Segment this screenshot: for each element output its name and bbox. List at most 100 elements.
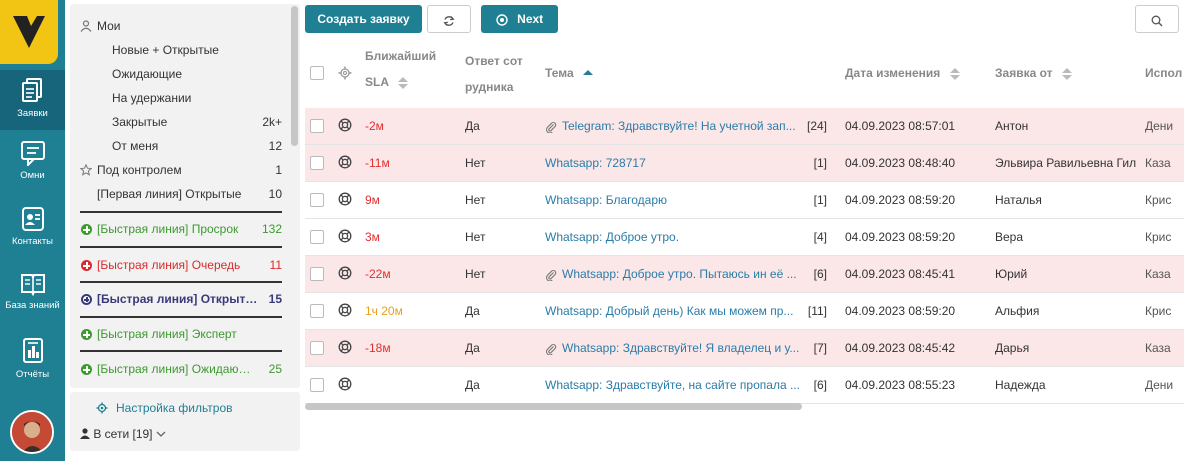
left-rail: Заявки Омни Контакты База знаний Отчёты xyxy=(0,0,65,461)
filter-fast-overdue[interactable]: [Быстрая линия] Просрок 132 xyxy=(70,217,282,241)
topic-link[interactable]: Whatsapp: Доброе утро. Пытаюсь ин её ... xyxy=(545,256,803,292)
online-status[interactable]: В сети [19] xyxy=(80,427,166,441)
row-checkbox[interactable] xyxy=(310,156,324,170)
table-row[interactable]: 9м Нет Whatsapp: Благодарю [1] 04.09.202… xyxy=(305,182,1184,219)
filter-fast-expert[interactable]: [Быстрая линия] Эксперт xyxy=(70,322,282,346)
filter-scrollbar[interactable] xyxy=(291,6,298,146)
modified-cell: 04.09.2023 08:59:20 xyxy=(845,304,956,318)
rail-item-knowledge[interactable]: База знаний xyxy=(0,272,65,324)
filter-count: 12 xyxy=(268,139,282,153)
requester-cell: Надежда xyxy=(995,378,1046,392)
row-checkbox[interactable] xyxy=(310,267,324,281)
row-checkbox[interactable] xyxy=(310,304,324,318)
filter-closed[interactable]: Закрытые 2k+ xyxy=(70,110,282,134)
filter-from-me[interactable]: От меня 12 xyxy=(70,134,282,158)
modified-cell: 04.09.2023 08:59:20 xyxy=(845,230,956,244)
search-button[interactable] xyxy=(1135,5,1179,33)
rail-item-label: Контакты xyxy=(11,236,54,247)
row-checkbox[interactable] xyxy=(310,341,324,355)
avatar[interactable] xyxy=(10,410,54,454)
topic-text: Whatsapp: Благодарю xyxy=(545,193,667,207)
filter-new-open[interactable]: Новые + Открытые xyxy=(70,38,282,62)
user-icon xyxy=(80,20,92,32)
filter-fast-queue[interactable]: [Быстрая линия] Очередь 11 xyxy=(70,253,282,277)
next-button[interactable]: Next xyxy=(481,5,558,33)
filter-divider xyxy=(80,316,282,318)
table-horizontal-scrollbar[interactable] xyxy=(305,403,802,410)
message-count: [7] xyxy=(813,341,827,355)
sla-cell: -18м xyxy=(365,341,391,355)
app-logo[interactable] xyxy=(0,0,58,64)
message-count: [1] xyxy=(813,193,827,207)
response-cell: Да xyxy=(465,119,480,133)
column-topic[interactable]: Тема xyxy=(545,60,593,86)
requester-cell: Вера xyxy=(995,230,1024,244)
plus-circle-icon xyxy=(81,224,92,235)
filter-fast-waiting[interactable]: [Быстрая линия] Ожидающие 25 xyxy=(70,357,282,381)
topic-link[interactable]: Whatsapp: Благодарю xyxy=(545,182,803,218)
topic-link[interactable]: Whatsapp: Добрый день) Как мы можем пр..… xyxy=(545,293,803,329)
user-icon xyxy=(80,428,90,439)
table-row[interactable]: -2м Да Telegram: Здравствуйте! На учетно… xyxy=(305,108,1184,145)
table-row[interactable]: -22м Нет Whatsapp: Доброе утро. Пытаюсь … xyxy=(305,256,1184,293)
report-icon xyxy=(22,338,43,363)
chevron-down-icon xyxy=(156,431,166,437)
column-sla[interactable]: Ближайший SLA xyxy=(365,43,436,95)
row-checkbox[interactable] xyxy=(310,230,324,244)
filter-divider xyxy=(80,211,282,213)
column-modified[interactable]: Дата изменения xyxy=(845,60,960,86)
table-row[interactable]: -18м Да Whatsapp: Здравствуйте! Я владел… xyxy=(305,330,1184,367)
table-row[interactable]: -11м Нет Whatsapp: 728717 [1] 04.09.2023… xyxy=(305,145,1184,182)
contacts-icon xyxy=(21,207,44,231)
attachment-icon xyxy=(546,121,557,133)
rail-item-label: База знаний xyxy=(5,300,60,311)
refresh-button[interactable] xyxy=(427,5,471,33)
column-assignee[interactable]: Испол xyxy=(1145,60,1182,86)
topic-link[interactable]: Whatsapp: Здравствуйте, на сайте пропала… xyxy=(545,367,803,403)
requester-cell: Наталья xyxy=(995,193,1042,207)
topic-link[interactable]: Whatsapp: Доброе утро. xyxy=(545,219,803,255)
settings-gear-icon[interactable] xyxy=(338,66,352,80)
filter-on-hold[interactable]: На удержании xyxy=(70,86,282,110)
modified-cell: 04.09.2023 08:59:20 xyxy=(845,193,956,207)
rail-item-reports[interactable]: Отчёты xyxy=(0,337,65,389)
requester-cell: Юрий xyxy=(995,267,1028,281)
select-all-checkbox[interactable] xyxy=(310,66,324,80)
create-ticket-button[interactable]: Создать заявку xyxy=(305,5,422,33)
column-employee-response[interactable]: Ответ сот рудника xyxy=(465,48,523,100)
requester-cell: Дарья xyxy=(995,341,1030,355)
filter-under-control[interactable]: Под контролем 1 xyxy=(70,158,282,182)
topic-link[interactable]: Telegram: Здравствуйте! На учетной зап..… xyxy=(545,108,803,144)
topic-link[interactable]: Whatsapp: 728717 xyxy=(545,145,803,181)
row-checkbox[interactable] xyxy=(310,119,324,133)
table-row[interactable]: 3м Нет Whatsapp: Доброе утро. [4] 04.09.… xyxy=(305,219,1184,256)
table-row[interactable]: Да Whatsapp: Здравствуйте, на сайте проп… xyxy=(305,367,1184,404)
assignee-cell: Дени xyxy=(1145,119,1174,133)
table-row[interactable]: 1ч 20м Да Whatsapp: Добрый день) Как мы … xyxy=(305,293,1184,330)
rail-item-omni[interactable]: Омни xyxy=(0,140,65,192)
assignee-cell: Крис xyxy=(1145,304,1172,318)
topic-text: Whatsapp: Здравствуйте, на сайте пропала… xyxy=(545,378,800,392)
topic-text: Whatsapp: Здравствуйте! Я владелец и у..… xyxy=(562,341,800,355)
plus-circle-icon xyxy=(81,260,92,271)
book-icon xyxy=(20,274,45,296)
topic-link[interactable]: Whatsapp: Здравствуйте! Я владелец и у..… xyxy=(545,330,803,366)
user-photo xyxy=(12,412,52,452)
filter-count: 1 xyxy=(275,163,282,177)
filter-fast-open[interactable]: [Быстрая линия] Открытые 15 xyxy=(70,287,282,311)
lifebuoy-icon xyxy=(338,155,352,169)
filter-first-line-open[interactable]: [Первая линия] Открытые 10 xyxy=(70,182,282,206)
column-requester[interactable]: Заявка от xyxy=(995,60,1072,86)
filter-waiting[interactable]: Ожидающие xyxy=(70,62,282,86)
row-checkbox[interactable] xyxy=(310,193,324,207)
response-cell: Да xyxy=(465,378,480,392)
rail-item-tickets[interactable]: Заявки xyxy=(0,70,65,130)
star-icon xyxy=(80,164,92,176)
filter-mine[interactable]: Мои xyxy=(70,14,282,38)
message-count: [11] xyxy=(807,304,827,318)
filter-settings-link[interactable]: Настройка фильтров xyxy=(96,401,233,415)
filter-footer: Настройка фильтров В сети [19] xyxy=(70,392,300,451)
row-checkbox[interactable] xyxy=(310,378,324,392)
rail-item-label: Омни xyxy=(20,170,45,181)
rail-item-contacts[interactable]: Контакты xyxy=(0,206,65,258)
